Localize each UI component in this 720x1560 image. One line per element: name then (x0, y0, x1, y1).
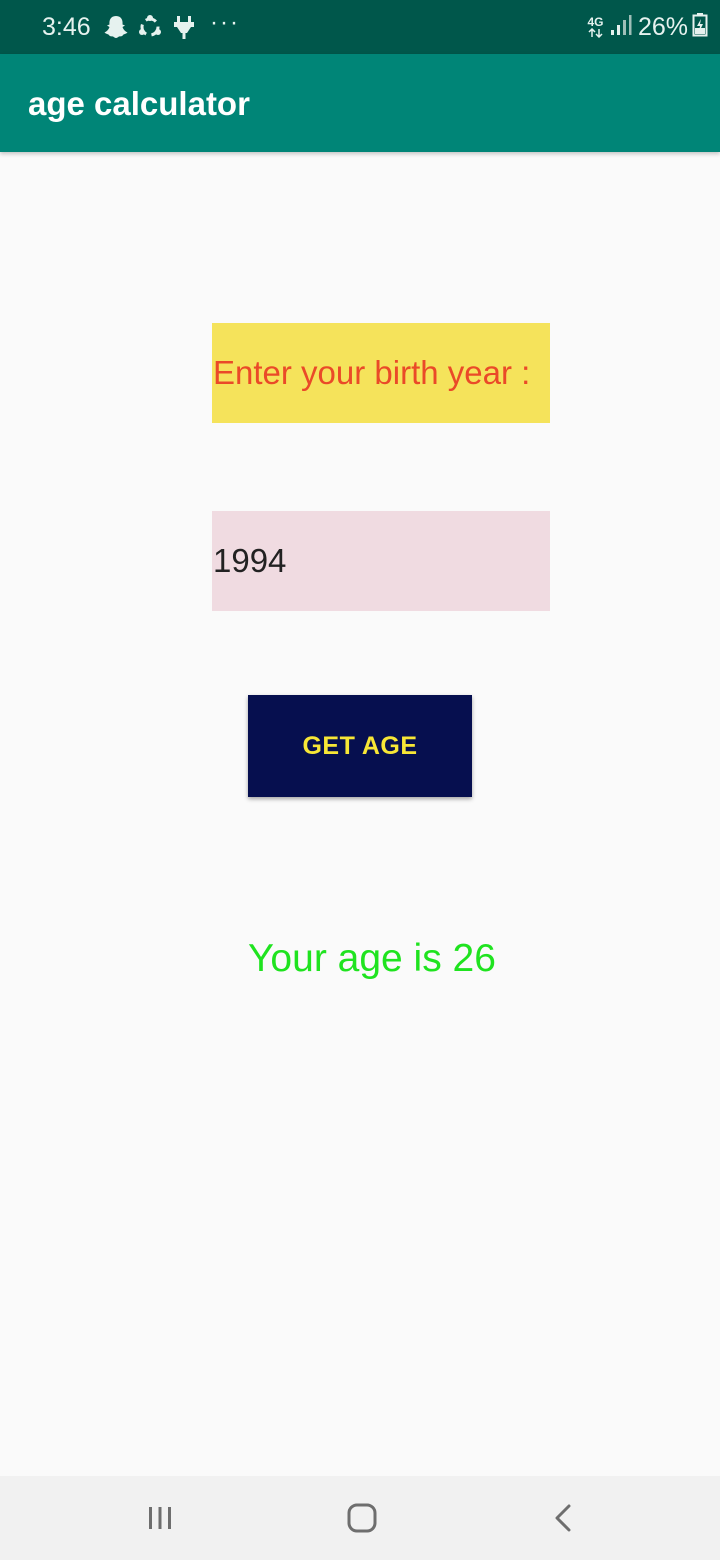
status-bar: 3:46 ··· 4G 26% (0, 0, 720, 54)
sync-icon (136, 13, 164, 41)
status-time: 3:46 (42, 13, 91, 41)
app-title: age calculator (28, 85, 250, 122)
app-screen: 3:46 ··· 4G 26% age calculator Enter you… (0, 0, 720, 1560)
navigation-bar (0, 1476, 720, 1560)
birth-year-label: Enter your birth year : (213, 354, 531, 391)
status-more-dots: ··· (210, 9, 240, 36)
status-right-group: 4G 26% (587, 10, 708, 44)
home-icon[interactable] (334, 1490, 390, 1546)
network-4g-icon: 4G (587, 16, 604, 38)
age-result-text: Your age is 26 (248, 937, 496, 980)
signal-icon (610, 13, 632, 42)
app-bar: age calculator (0, 54, 720, 152)
get-age-button[interactable]: GET AGE (248, 695, 472, 797)
recent-apps-icon[interactable] (132, 1490, 188, 1546)
battery-charging-icon (692, 12, 708, 42)
network-type-label: 4G (587, 15, 604, 29)
usb-plug-icon (170, 13, 198, 41)
back-icon[interactable] (536, 1490, 592, 1546)
birth-year-input[interactable] (212, 511, 550, 611)
battery-percent: 26% (637, 12, 688, 41)
birth-year-prompt: Enter your birth year : (212, 323, 550, 423)
snapchat-ghost-icon (102, 13, 130, 41)
